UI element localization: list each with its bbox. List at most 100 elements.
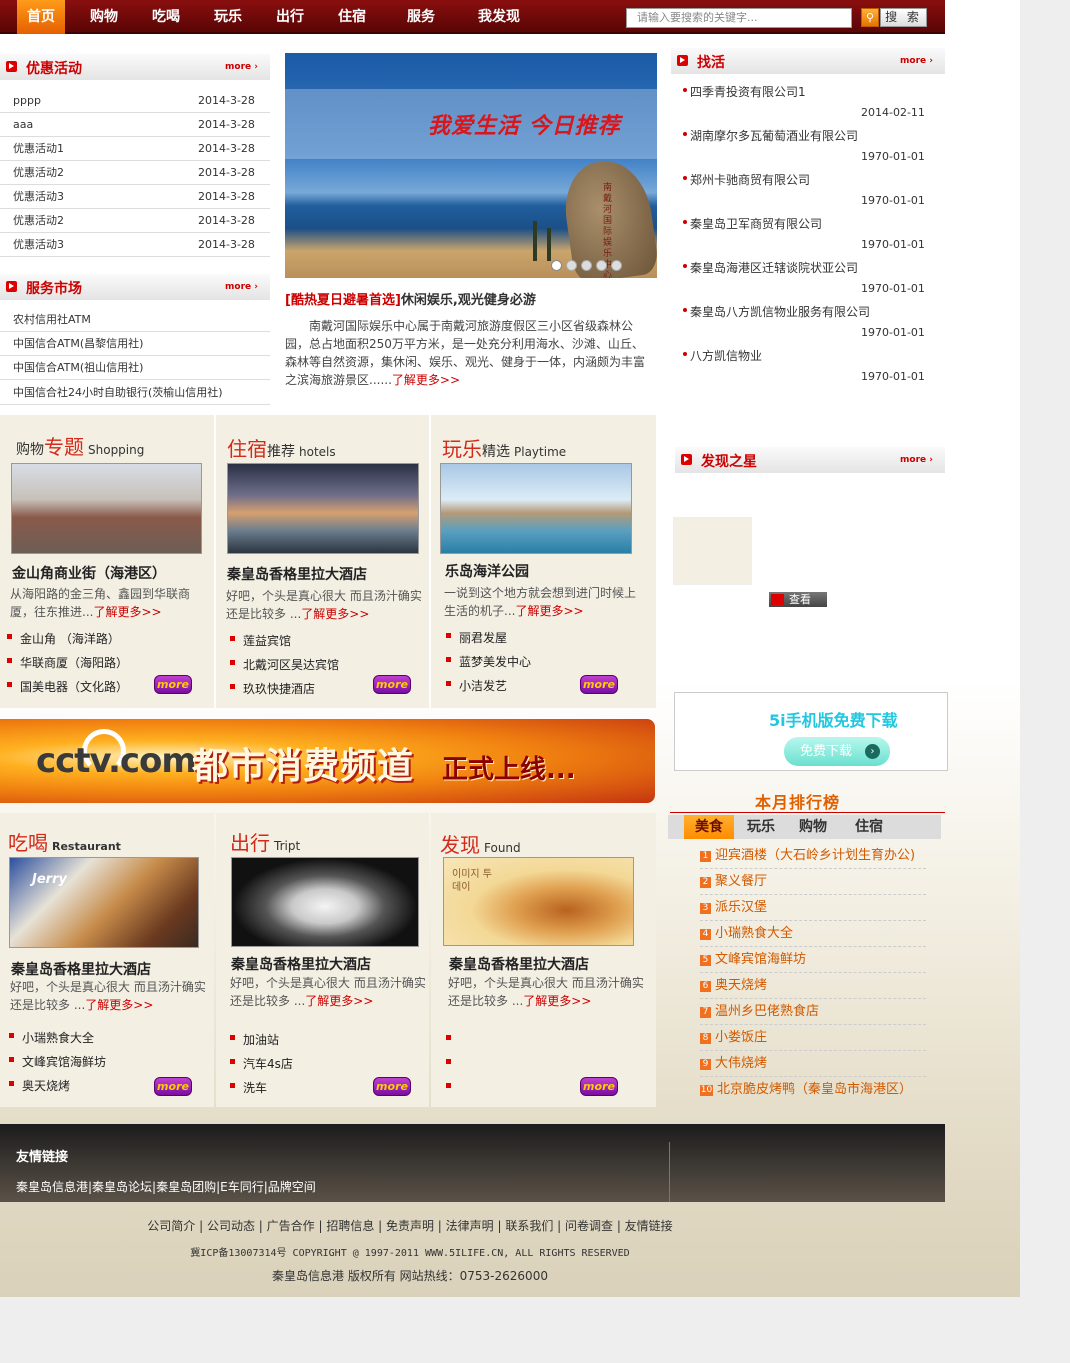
promo-more-link[interactable]: more bbox=[225, 62, 258, 72]
eat-name[interactable]: 秦皇岛香格里拉大酒店 bbox=[11, 959, 151, 979]
ranking-item[interactable]: 5 文峰宾馆海鲜坊 bbox=[700, 947, 926, 973]
hotel-image[interactable] bbox=[227, 463, 419, 554]
hotel-list-item[interactable]: 莲益宾馆 bbox=[229, 632, 291, 649]
nav-item-home[interactable]: 首页 bbox=[17, 0, 65, 34]
slider-dot[interactable] bbox=[581, 260, 592, 271]
ranking-item[interactable]: 6 奥天烧烤 bbox=[700, 973, 926, 999]
travel-list-item[interactable]: 洗车 bbox=[229, 1079, 267, 1096]
search-input[interactable]: 请输入要搜索的关键字... bbox=[626, 8, 852, 28]
play-list-item[interactable]: 丽君发屋 bbox=[445, 629, 507, 646]
job-item[interactable]: 四季青投资有限公司1 bbox=[683, 83, 806, 100]
list-item[interactable]: 优惠活动1 2014-3-28 bbox=[0, 137, 270, 161]
play-name[interactable]: 乐岛海洋公园 bbox=[445, 561, 529, 581]
star-image-placeholder[interactable] bbox=[673, 517, 752, 585]
play-more-link[interactable]: 了解更多>> bbox=[515, 604, 583, 618]
eat-list-item[interactable]: 文峰宾馆海鲜坊 bbox=[8, 1053, 106, 1070]
jobs-more-link[interactable]: more bbox=[900, 56, 933, 66]
eat-list-item[interactable]: 奥天烧烤 bbox=[8, 1077, 70, 1094]
tab-play[interactable]: 玩乐 bbox=[736, 815, 786, 839]
friend-links[interactable]: 秦皇岛信息港|秦皇岛论坛|秦皇岛团购|E车同行|品牌空间 bbox=[16, 1178, 316, 1195]
hotel-list-item[interactable]: 北戴河区昊达宾馆 bbox=[229, 656, 339, 673]
hotel-more-button[interactable]: more bbox=[373, 675, 411, 694]
service-more-link[interactable]: more bbox=[225, 282, 258, 292]
hotel-list-item[interactable]: 玖玖快捷酒店 bbox=[229, 680, 315, 697]
found-more-link[interactable]: 了解更多>> bbox=[523, 994, 591, 1008]
eat-list-item[interactable]: 小瑞熟食大全 bbox=[8, 1029, 94, 1046]
shopping-list-item[interactable]: 华联商厦（海阳路） bbox=[6, 654, 128, 671]
shopping-name[interactable]: 金山角商业街（海港区） bbox=[12, 563, 166, 583]
shopping-list-item[interactable]: 国美电器（文化路） bbox=[6, 678, 128, 695]
hotel-name[interactable]: 秦皇岛香格里拉大酒店 bbox=[227, 564, 367, 584]
ranking-item[interactable]: 3 派乐汉堡 bbox=[700, 895, 926, 921]
eat-more-button[interactable]: more bbox=[154, 1077, 192, 1096]
ranking-item[interactable]: 7 温州乡巴佬熟食店 bbox=[700, 999, 926, 1025]
ranking-item[interactable]: 1 迎宾酒楼（大石岭乡计划生育办公) bbox=[700, 843, 926, 869]
hotel-more-link[interactable]: 了解更多>> bbox=[301, 607, 369, 621]
list-item[interactable]: 农村信用社ATM bbox=[0, 308, 270, 332]
list-item[interactable]: pppp 2014-3-28 bbox=[0, 89, 270, 113]
footer-links[interactable]: 公司简介 | 公司动态 | 广告合作 | 招聘信息 | 免责声明 | 法律声明 … bbox=[0, 1217, 820, 1234]
found-name[interactable]: 秦皇岛香格里拉大酒店 bbox=[449, 954, 589, 974]
feature-title[interactable]: [酷热夏日避暑首选]休闲娱乐,观光健身必游 bbox=[285, 289, 536, 308]
job-item[interactable]: 秦皇岛八方凯信物业服务有限公司 bbox=[682, 303, 870, 320]
tab-food[interactable]: 美食 bbox=[684, 815, 734, 839]
list-item[interactable]: 中国信合ATM(昌黎信用社) bbox=[0, 332, 270, 356]
cctv-ad-banner[interactable]: cctv.com 都市消费频道 正式上线... bbox=[0, 719, 655, 803]
ranking-item[interactable]: 4 小瑞熟食大全 bbox=[700, 921, 926, 947]
ranking-item[interactable]: 2 聚义餐厅 bbox=[700, 869, 926, 895]
travel-more-button[interactable]: more bbox=[373, 1077, 411, 1096]
eat-image[interactable]: Jerry bbox=[9, 857, 199, 948]
download-button[interactable]: 免费下载 › bbox=[784, 737, 890, 766]
hero-banner[interactable]: 我爱生活 今日推荐 南戴河国际娱乐中心 bbox=[285, 53, 657, 278]
nav-item-travel[interactable]: 出行 bbox=[268, 0, 312, 34]
shopping-list-item[interactable]: 金山角 （海洋路） bbox=[7, 630, 120, 647]
slider-dot[interactable] bbox=[551, 260, 562, 271]
feature-more-link[interactable]: 了解更多>> bbox=[392, 373, 460, 387]
view-button[interactable]: 查看 bbox=[769, 592, 827, 607]
slider-dot[interactable] bbox=[566, 260, 577, 271]
slider-dot[interactable] bbox=[611, 260, 622, 271]
list-item[interactable]: 中国信合ATM(祖山信用社) bbox=[0, 356, 270, 380]
job-item[interactable]: 八方凯信物业 bbox=[682, 347, 762, 364]
ranking-item[interactable]: 10 北京脆皮烤鸭（秦皇岛市海港区） bbox=[700, 1077, 926, 1103]
travel-list-item[interactable]: 汽车4s店 bbox=[230, 1055, 293, 1072]
list-item[interactable]: 中国信合社24小时自助银行(茨榆山信用社) bbox=[0, 381, 270, 405]
play-image[interactable] bbox=[440, 463, 632, 554]
found-more-button[interactable]: more bbox=[580, 1077, 618, 1096]
eat-more-link[interactable]: 了解更多>> bbox=[85, 998, 153, 1012]
shopping-image[interactable] bbox=[11, 463, 202, 554]
play-list-item[interactable]: 蓝梦美发中心 bbox=[445, 653, 531, 670]
job-item[interactable]: 湖南摩尔多瓦葡萄酒业有限公司 bbox=[682, 127, 858, 144]
slider-dot[interactable] bbox=[596, 260, 607, 271]
list-item[interactable]: 优惠活动2 2014-3-28 bbox=[0, 161, 270, 185]
job-item[interactable]: 秦皇岛海港区迁辖谈院状亚公司 bbox=[682, 259, 858, 276]
play-more-button[interactable]: more bbox=[580, 675, 618, 694]
travel-more-link[interactable]: 了解更多>> bbox=[305, 994, 373, 1008]
shopping-more-button[interactable]: more bbox=[154, 675, 192, 694]
nav-item-hotel[interactable]: 住宿 bbox=[330, 0, 374, 34]
star-more-link[interactable]: more bbox=[900, 455, 933, 465]
travel-list-item[interactable]: 加油站 bbox=[229, 1031, 279, 1048]
job-item[interactable]: 郑州卡驰商贸有限公司 bbox=[682, 171, 810, 188]
tab-hotel[interactable]: 住宿 bbox=[844, 815, 894, 839]
nav-item-eat[interactable]: 吃喝 bbox=[144, 0, 188, 34]
list-item[interactable]: 优惠活动3 2014-3-28 bbox=[0, 185, 270, 209]
nav-item-shopping[interactable]: 购物 bbox=[82, 0, 126, 34]
shopping-more-link[interactable]: 了解更多>> bbox=[93, 605, 161, 619]
ranking-item[interactable]: 9 大伟烧烤 bbox=[700, 1051, 926, 1077]
list-item[interactable]: aaa 2014-3-28 bbox=[0, 113, 270, 137]
travel-image[interactable] bbox=[231, 857, 419, 947]
nav-item-play[interactable]: 玩乐 bbox=[206, 0, 250, 34]
search-icon[interactable]: ⚲ bbox=[861, 8, 879, 27]
list-item[interactable]: 优惠活动2 2014-3-28 bbox=[0, 209, 270, 233]
play-list-item[interactable]: 小洁发艺 bbox=[445, 677, 507, 694]
search-button[interactable]: 搜 索 bbox=[880, 8, 927, 27]
found-image[interactable]: 이미지 투데이 bbox=[443, 857, 634, 946]
list-item[interactable]: 优惠活动3 2014-3-28 bbox=[0, 233, 270, 257]
nav-item-discover[interactable]: 我发现 bbox=[470, 0, 528, 34]
travel-name[interactable]: 秦皇岛香格里拉大酒店 bbox=[231, 954, 371, 974]
nav-item-service[interactable]: 服务 bbox=[399, 0, 443, 34]
tab-shopping[interactable]: 购物 bbox=[788, 815, 838, 839]
ranking-item[interactable]: 8 小娄饭庄 bbox=[700, 1025, 926, 1051]
job-item[interactable]: 秦皇岛卫军商贸有限公司 bbox=[682, 215, 822, 232]
